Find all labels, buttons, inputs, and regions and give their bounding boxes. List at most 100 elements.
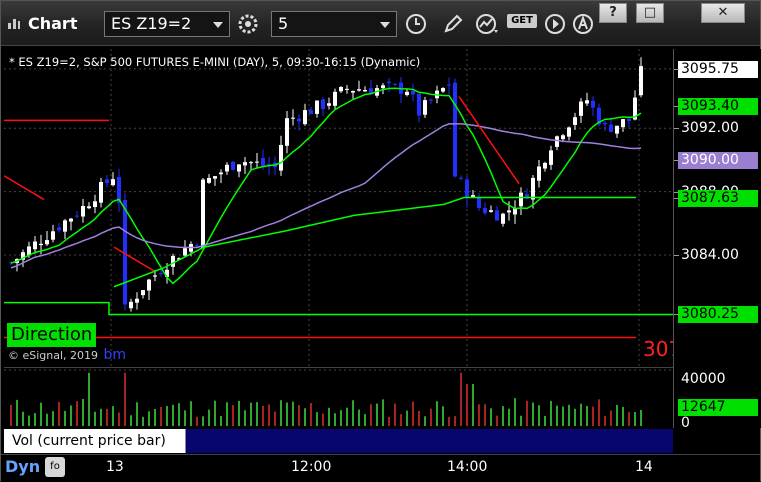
candle-body bbox=[603, 122, 607, 125]
candle-body bbox=[57, 227, 61, 231]
candle-body bbox=[447, 84, 451, 86]
chart-app-icon bbox=[7, 15, 21, 29]
clock-icon[interactable] bbox=[402, 10, 430, 38]
candle-body bbox=[507, 210, 511, 213]
price-scale[interactable]: 3095.753093.403092.003090.003088.003087.… bbox=[673, 49, 761, 431]
candle-body bbox=[255, 161, 259, 163]
candle-body bbox=[129, 301, 133, 309]
candle-body bbox=[261, 157, 265, 166]
volume-scale-zero: 0 bbox=[681, 415, 690, 431]
candle-body bbox=[297, 118, 301, 122]
candle-body bbox=[591, 100, 595, 108]
red-trend-line bbox=[458, 96, 520, 185]
scale-tick bbox=[674, 197, 679, 199]
volume-current-label: 12647 bbox=[678, 399, 758, 416]
symbol-value: ES Z19=2 bbox=[111, 14, 192, 33]
candle-body bbox=[159, 273, 163, 275]
play-icon[interactable] bbox=[541, 10, 569, 38]
price-label: 3087.63 bbox=[678, 189, 758, 207]
candle-body bbox=[627, 118, 631, 122]
price-chart-panel[interactable] bbox=[4, 49, 673, 366]
get-label: GET bbox=[507, 14, 537, 28]
candle-body bbox=[381, 85, 385, 89]
candle-body bbox=[561, 135, 565, 140]
candle-body bbox=[363, 89, 367, 92]
fo-icon[interactable]: fo bbox=[45, 457, 65, 477]
candle-body bbox=[51, 231, 55, 240]
chevron-down-icon[interactable] bbox=[213, 22, 223, 28]
candle-body bbox=[207, 177, 211, 183]
candle-body bbox=[153, 275, 157, 277]
dyn-label[interactable]: Dyn bbox=[5, 457, 40, 476]
candle-body bbox=[225, 164, 229, 172]
indicator-icon[interactable] bbox=[473, 10, 501, 38]
x-label: 12:00 bbox=[291, 459, 332, 475]
candle-body bbox=[339, 86, 343, 92]
settings-icon[interactable] bbox=[234, 10, 262, 38]
green-ma-line bbox=[10, 87, 642, 285]
chart-window: Chart ES Z19=2 5 GET ? □ ✕ * ES Z19=2, S… bbox=[0, 0, 761, 482]
volume-scale-top: 40000 bbox=[681, 371, 726, 387]
candle-body bbox=[621, 119, 625, 128]
x-label: 14:00 bbox=[447, 459, 488, 475]
interval-input[interactable]: 5 bbox=[271, 11, 397, 37]
get-icon[interactable]: GET bbox=[507, 10, 537, 38]
price-label: 3080.25 bbox=[678, 306, 758, 324]
candle-body bbox=[63, 220, 67, 232]
candle-body bbox=[219, 172, 223, 175]
pencil-icon[interactable] bbox=[439, 10, 467, 38]
restore-button[interactable]: □ bbox=[636, 3, 664, 23]
price-label: 3084.00 bbox=[681, 247, 739, 264]
candle-body bbox=[111, 179, 115, 186]
x-label: 14 bbox=[635, 459, 653, 475]
candle-body bbox=[459, 177, 463, 179]
candle-body bbox=[33, 241, 37, 250]
candle-body bbox=[417, 93, 421, 116]
candle-body bbox=[477, 197, 481, 209]
candle-body bbox=[549, 150, 553, 165]
candle-body bbox=[135, 298, 139, 303]
candle-body bbox=[309, 109, 313, 115]
candle-body bbox=[291, 117, 295, 119]
candle-body bbox=[585, 100, 589, 104]
volume-label: Vol (current price bar) bbox=[4, 429, 185, 453]
candle-body bbox=[201, 179, 205, 249]
candle-body bbox=[465, 179, 469, 199]
candle-body bbox=[249, 162, 253, 164]
window-title: Chart bbox=[28, 14, 78, 33]
symbol-input[interactable]: ES Z19=2 bbox=[104, 11, 230, 37]
candle-body bbox=[333, 91, 337, 106]
candle-body bbox=[45, 240, 49, 245]
alert-icon[interactable] bbox=[569, 10, 597, 38]
candle-body bbox=[195, 245, 199, 247]
candle-body bbox=[573, 117, 577, 125]
candle-body bbox=[345, 88, 349, 90]
candle-body bbox=[171, 255, 175, 267]
price-chart bbox=[4, 49, 673, 366]
candle-body bbox=[39, 243, 43, 246]
scale-tick bbox=[674, 106, 679, 108]
volume-panel[interactable] bbox=[4, 367, 673, 428]
candle-body bbox=[579, 101, 583, 116]
close-icon[interactable]: x bbox=[172, 428, 179, 442]
copyright-label: © eSignal, 2019 bbox=[8, 349, 99, 362]
title-bar: Chart ES Z19=2 5 GET ? □ ✕ bbox=[1, 1, 760, 46]
candle-body bbox=[285, 118, 289, 146]
candle-body bbox=[519, 192, 523, 207]
candle-body bbox=[213, 176, 217, 179]
candle-body bbox=[489, 210, 493, 212]
candle-body bbox=[531, 177, 535, 200]
candle-body bbox=[315, 100, 319, 114]
interval-value: 5 bbox=[278, 14, 289, 33]
candle-body bbox=[303, 110, 307, 125]
price-label: 3093.40 bbox=[678, 98, 758, 116]
candle-body bbox=[321, 99, 325, 109]
candle-body bbox=[279, 144, 283, 171]
x-label: 13 bbox=[106, 459, 124, 475]
help-button[interactable]: ? bbox=[599, 3, 627, 23]
candle-body bbox=[75, 215, 79, 217]
chevron-down-icon[interactable] bbox=[380, 22, 390, 28]
scale-tick bbox=[674, 314, 679, 316]
close-button[interactable]: ✕ bbox=[701, 3, 745, 23]
volume-chart bbox=[4, 369, 673, 426]
